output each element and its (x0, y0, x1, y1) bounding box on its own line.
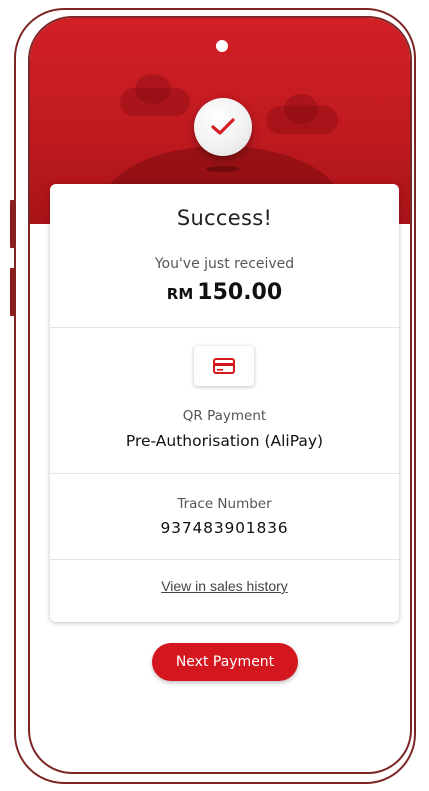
phone-side-button (10, 268, 15, 316)
cloud-decoration (266, 94, 338, 134)
view-sales-history-link[interactable]: View in sales history (50, 578, 399, 594)
phone-screen: Success! You've just received RM 150.00 Q… (28, 16, 412, 774)
divider (50, 473, 399, 474)
currency-label: RM (166, 285, 194, 303)
success-title: Success! (176, 206, 273, 230)
cloud-decoration (120, 74, 190, 116)
trace-number-value: 937483901836 (160, 519, 289, 537)
receipt-card: Success! You've just received RM 150.00 Q… (50, 184, 399, 622)
check-icon (211, 118, 235, 135)
payment-method: Pre-Authorisation (AliPay) (125, 432, 324, 450)
received-label: You've just received (154, 256, 295, 272)
trace-number-label: Trace Number (177, 496, 272, 512)
amount-display: RM 150.00 (50, 280, 399, 305)
next-payment-button[interactable]: Next Payment (152, 643, 298, 681)
phone-side-button (10, 200, 15, 248)
camera-dot (216, 40, 228, 52)
success-check-badge (194, 98, 252, 156)
check-shadow (206, 166, 240, 172)
credit-card-icon (213, 358, 235, 374)
divider (50, 327, 399, 328)
payment-type-icon-box (194, 346, 254, 386)
amount-value: 150.00 (197, 280, 283, 305)
payment-type-label: QR Payment (182, 408, 267, 424)
divider (50, 559, 399, 560)
